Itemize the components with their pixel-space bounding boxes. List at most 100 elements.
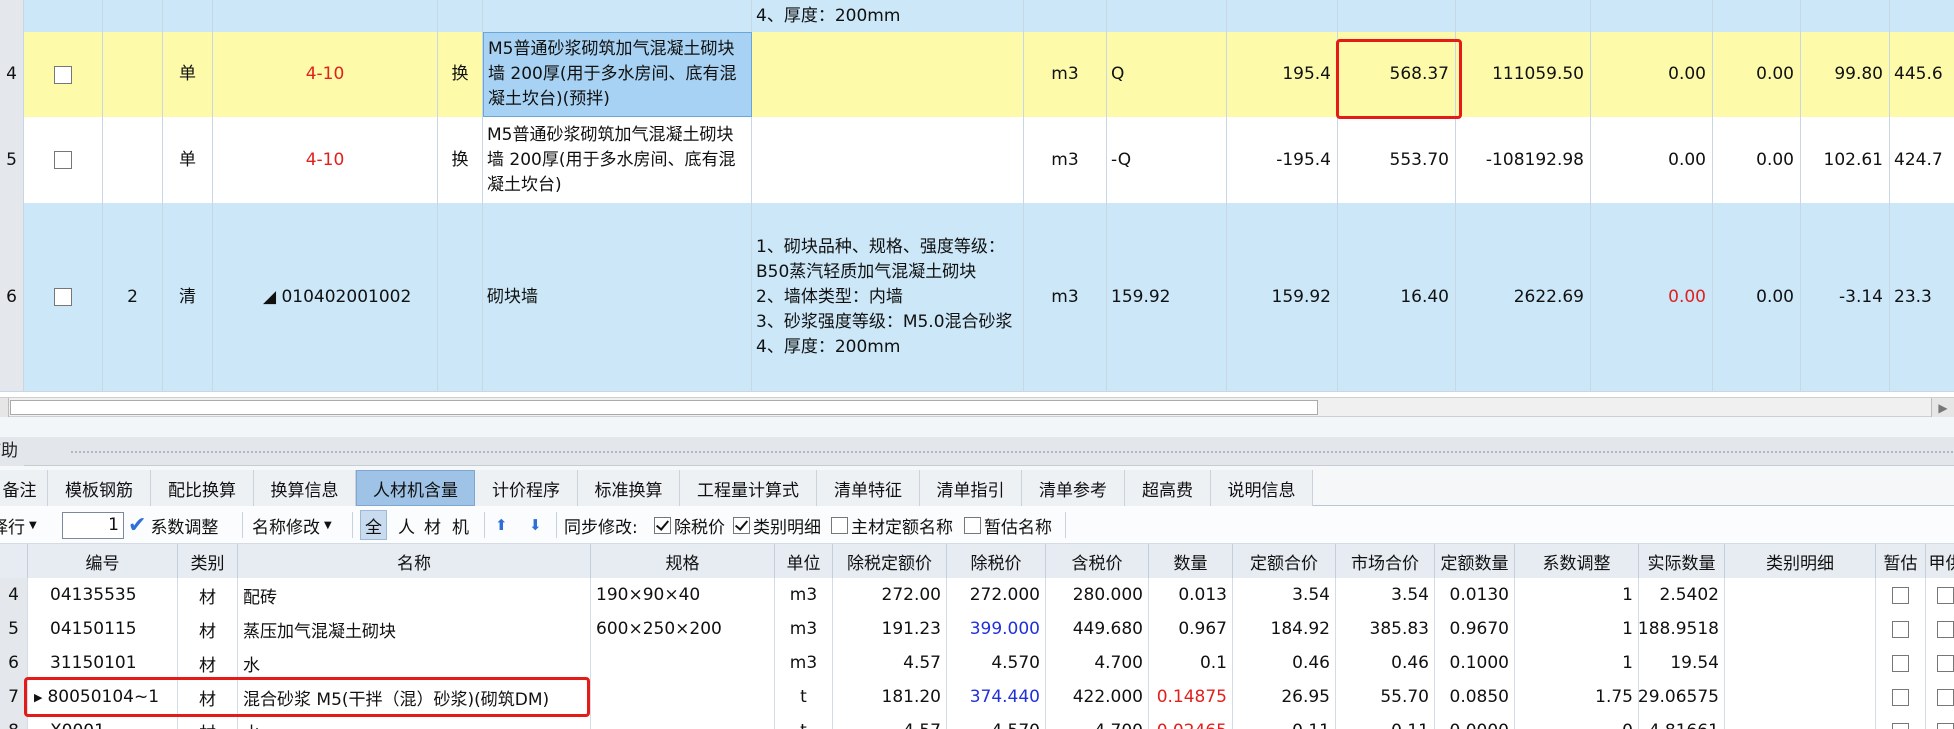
row-checkbox[interactable] — [54, 288, 72, 306]
cell-price[interactable]: 4.570 — [991, 653, 1040, 673]
cell-spec[interactable]: 600×250×200 — [596, 619, 722, 639]
cell-tax-price[interactable]: 280.000 — [1073, 585, 1143, 605]
tab-labor-material-machine[interactable]: 人材机含量 — [356, 470, 475, 506]
cell-spec[interactable]: 190×90×40 — [596, 585, 700, 605]
estimate-checkbox[interactable] — [1892, 620, 1909, 638]
select-rows-dropdown[interactable]: 选择行▼ — [0, 506, 37, 544]
table-row[interactable]: 4 单 4-10 换 M5普通砂浆砌筑加气混凝土砌块墙 200厚(用于多水房间、… — [0, 32, 1954, 118]
item-name[interactable]: 砌块墙 — [483, 203, 752, 391]
table-row[interactable]: 6 2 清 ◢ 010402001002 砌块墙 1、砌块品种、规格、强度等级：… — [0, 203, 1954, 392]
item-unit: m3 — [1024, 203, 1107, 391]
cell-name[interactable]: 水 — [243, 651, 260, 676]
item-code[interactable]: 4-10 — [213, 32, 438, 117]
item-unit-price[interactable]: 16.40 — [1338, 203, 1456, 391]
estimate-checkbox[interactable] — [1892, 722, 1909, 729]
estimate-checkbox[interactable] — [1892, 688, 1909, 706]
item-expression[interactable]: Q — [1107, 32, 1227, 117]
splitter[interactable] — [0, 417, 1954, 437]
item-quantity[interactable]: -195.4 — [1227, 117, 1338, 203]
move-down-button[interactable]: ⬇ — [529, 506, 542, 544]
supply-checkbox[interactable] — [1937, 586, 1954, 604]
item-code[interactable]: 4-10 — [213, 117, 438, 203]
checkbox-checked[interactable] — [733, 516, 750, 534]
table-row[interactable]: 4、厚度：200mm — [0, 0, 1954, 33]
scrollbar-thumb[interactable] — [10, 400, 1318, 415]
cell-qty[interactable]: 0.02465 — [1157, 721, 1227, 729]
filter-material-button[interactable]: 材 — [424, 506, 441, 544]
filter-labor-button[interactable]: 人 — [398, 506, 415, 544]
tab-standard-conversion[interactable]: 标准换算 — [578, 470, 680, 506]
filter-all-button[interactable]: 全 — [360, 510, 387, 540]
cell-tax-price[interactable]: 4.700 — [1094, 721, 1143, 729]
scroll-right-icon[interactable]: ▶ — [1931, 398, 1954, 418]
supply-checkbox[interactable] — [1937, 722, 1954, 729]
tax-excl-price-checkbox[interactable]: 除税价 — [654, 506, 725, 544]
item-unit-price[interactable]: 553.70 — [1338, 117, 1456, 203]
cell-tax-price[interactable]: 449.680 — [1073, 619, 1143, 639]
cell-name[interactable]: 水 — [243, 719, 260, 729]
cell-quota-price: 191.23 — [881, 619, 941, 639]
checkbox-checked[interactable] — [654, 516, 671, 534]
cell-name[interactable]: 配砖 — [243, 583, 277, 608]
horizontal-scrollbar[interactable]: ▶ — [0, 397, 1954, 418]
category-detail-checkbox[interactable]: 类别明细 — [733, 506, 821, 544]
filter-machine-button[interactable]: 机 — [452, 506, 469, 544]
cell-qty[interactable]: 0.013 — [1178, 585, 1227, 605]
cell-price[interactable]: 4.570 — [991, 721, 1040, 729]
coefficient-adjust-button[interactable]: ✔ 系数调整 — [128, 506, 218, 544]
item-quantity[interactable]: 195.4 — [1227, 32, 1338, 117]
move-up-button[interactable]: ⬆ — [495, 506, 508, 544]
item-name-selected[interactable]: M5普通砂浆砌筑加气混凝土砌块墙 200厚(用于多水房间、底有混凝土坎台)(预拌… — [483, 32, 752, 117]
tab-list-guide[interactable]: 清单指引 — [920, 470, 1022, 506]
table-row[interactable]: 4 04135535 材 配砖 190×90×40 m3 272.00 272.000 280.… — [0, 578, 1954, 613]
cell-price[interactable]: 374.440 — [970, 687, 1040, 707]
cell-qty[interactable]: 0.1 — [1200, 653, 1227, 673]
tab-pricing-program[interactable]: 计价程序 — [475, 470, 578, 506]
item-type: 单 — [163, 32, 213, 117]
supply-checkbox[interactable] — [1937, 620, 1954, 638]
tab-list-features[interactable]: 清单特征 — [817, 470, 920, 506]
tab-mix-conversion[interactable]: 配比换算 — [151, 470, 254, 506]
item-expression[interactable]: -Q — [1107, 117, 1227, 203]
checkbox[interactable] — [964, 516, 981, 534]
item-feature — [752, 32, 1024, 117]
tab-list-reference[interactable]: 清单参考 — [1022, 470, 1125, 506]
panel-title: 辅助 — [0, 437, 24, 466]
cell-name[interactable]: 蒸压加气混凝土砌块 — [243, 617, 396, 642]
cell-unit: t — [800, 721, 807, 729]
item-expression[interactable]: 159.92 — [1107, 203, 1227, 391]
scroll-left-button[interactable] — [0, 398, 9, 418]
main-material-name-checkbox[interactable]: 主材定额名称 — [831, 506, 953, 544]
cell-tax-price[interactable]: 4.700 — [1094, 653, 1143, 673]
checkbox[interactable] — [831, 516, 848, 534]
supply-checkbox[interactable] — [1937, 654, 1954, 672]
supply-checkbox[interactable] — [1937, 688, 1954, 706]
cell-qty[interactable]: 0.14875 — [1157, 687, 1227, 707]
item-total: 111059.50 — [1456, 32, 1591, 117]
row-number: 5 — [0, 117, 24, 203]
estimate-checkbox[interactable] — [1892, 654, 1909, 672]
tab-height-fee[interactable]: 超高费 — [1125, 470, 1211, 506]
estimate-name-checkbox[interactable]: 暂估名称 — [964, 506, 1052, 544]
item-code[interactable]: ◢ 010402001002 — [213, 203, 438, 391]
estimate-checkbox[interactable] — [1892, 586, 1909, 604]
row-checkbox[interactable] — [54, 151, 72, 169]
table-row[interactable]: 5 单 4-10 换 M5普通砂浆砌筑加气混凝土砌块墙 200厚(用于多水房间、… — [0, 117, 1954, 204]
cell-price[interactable]: 399.000 — [970, 619, 1040, 639]
cell-tax-price[interactable]: 422.000 — [1073, 687, 1143, 707]
cell-price[interactable]: 272.000 — [970, 585, 1040, 605]
table-row[interactable]: 6 31150101 材 水 m3 4.57 4.570 4.700 0.1 0.46 0.46 0.… — [0, 646, 1954, 681]
coefficient-input[interactable]: 1 — [62, 511, 124, 539]
tab-template-rebar[interactable]: 模板钢筋 — [48, 470, 151, 506]
tab-notes[interactable]: 备注 — [0, 470, 48, 506]
item-name[interactable]: M5普通砂浆砌筑加气混凝土砌块墙 200厚(用于多水房间、底有混凝土坎台) — [483, 117, 752, 203]
rename-dropdown[interactable]: 名称修改 ▼ — [252, 506, 332, 544]
table-row[interactable]: 5 04150115 材 蒸压加气混凝土砌块 600×250×200 m3 191.23 39… — [0, 612, 1954, 647]
tab-description[interactable]: 说明信息 — [1211, 470, 1313, 506]
tab-conversion-info[interactable]: 换算信息 — [254, 470, 356, 506]
cell-actual: 19.54 — [1670, 653, 1719, 673]
row-checkbox[interactable] — [54, 65, 72, 84]
item-quantity[interactable]: 159.92 — [1227, 203, 1338, 391]
cell-qty[interactable]: 0.967 — [1178, 619, 1227, 639]
tab-quantity-formula[interactable]: 工程量计算式 — [680, 470, 817, 506]
